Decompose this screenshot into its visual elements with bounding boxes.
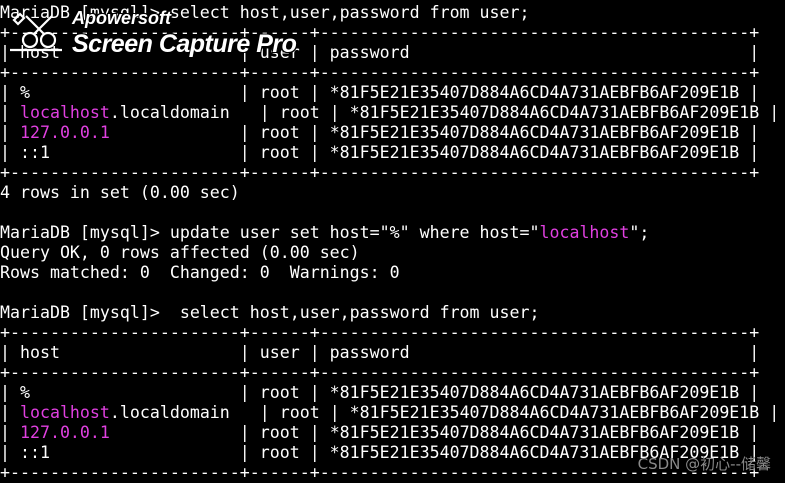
terminal-text: "; — [629, 223, 650, 242]
terminal-line: | % | root | *81F5E21E35407D884A6CD4A731… — [0, 383, 785, 403]
terminal-text: | ::1 | root | *81F5E21E35407D884A6CD4A7… — [0, 143, 760, 162]
watermark-product: Screen Capture Pro — [72, 30, 297, 58]
terminal-text: | host | user | password | — [0, 343, 760, 362]
terminal-text: Query OK, 0 rows affected (0.00 sec) — [0, 243, 360, 262]
terminal-text: +-----------------------+------+--------… — [0, 323, 760, 342]
terminal-text: | — [0, 423, 20, 442]
terminal-output: MariaDB [mysql]> select host,user,passwo… — [0, 3, 785, 483]
terminal-line: | 127.0.0.1 | root | *81F5E21E35407D884A… — [0, 423, 785, 443]
watermark-brand: Apowersoft — [72, 8, 171, 28]
terminal-line: MariaDB [mysql]> select host,user,passwo… — [0, 303, 785, 323]
highlighted-text: localhost — [539, 223, 630, 242]
terminal-line: +-----------------------+------+--------… — [0, 323, 785, 343]
terminal-text: +-----------------------+------+--------… — [0, 163, 760, 182]
terminal-text: .localdomain | root | *81F5E21E35407D884… — [109, 103, 780, 122]
terminal-line: +-----------------------+------+--------… — [0, 363, 785, 383]
highlighted-text: localhost — [19, 403, 110, 422]
terminal-line: | 127.0.0.1 | root | *81F5E21E35407D884A… — [0, 123, 785, 143]
terminal-line: 4 rows in set (0.00 sec) — [0, 183, 785, 203]
terminal-line: | % | root | *81F5E21E35407D884A6CD4A731… — [0, 83, 785, 103]
terminal-line: | host | user | password | — [0, 343, 785, 363]
terminal-text: +-----------------------+------+--------… — [0, 363, 760, 382]
terminal-text: | — [0, 123, 20, 142]
csdn-credit: CSDN @初心--储馨 — [637, 455, 771, 473]
terminal-line: Query OK, 0 rows affected (0.00 sec) — [0, 243, 785, 263]
terminal-text: 4 rows in set (0.00 sec) — [0, 183, 240, 202]
terminal-line: | localhost.localdomain | root | *81F5E2… — [0, 103, 785, 123]
terminal-text: Rows matched: 0 Changed: 0 Warnings: 0 — [0, 263, 400, 282]
terminal-line: Rows matched: 0 Changed: 0 Warnings: 0 — [0, 263, 785, 283]
highlighted-text: 127.0.0.1 — [19, 123, 110, 142]
terminal-line: | ::1 | root | *81F5E21E35407D884A6CD4A7… — [0, 143, 785, 163]
terminal-text: | root | *81F5E21E35407D884A6CD4A731AEBF… — [109, 123, 760, 142]
terminal-line: +-----------------------+------+--------… — [0, 163, 785, 183]
terminal-text: .localdomain | root | *81F5E21E35407D884… — [109, 403, 780, 422]
terminal-text: MariaDB [mysql]> update user set host="%… — [0, 223, 540, 242]
scissors-logo-icon — [10, 12, 62, 52]
terminal-text: +-----------------------+------+--------… — [0, 63, 760, 82]
terminal-text: | root | *81F5E21E35407D884A6CD4A731AEBF… — [109, 423, 760, 442]
terminal-line: +-----------------------+------+--------… — [0, 63, 785, 83]
terminal-text: | — [0, 403, 20, 422]
apowersoft-watermark: Apowersoft Screen Capture Pro — [8, 4, 328, 62]
highlighted-text: localhost — [19, 103, 110, 122]
terminal-text: | — [0, 103, 20, 122]
highlighted-text: 127.0.0.1 — [19, 423, 110, 442]
terminal-line: MariaDB [mysql]> update user set host="%… — [0, 223, 785, 243]
terminal-text: MariaDB [mysql]> select host,user,passwo… — [0, 303, 540, 322]
terminal-text: | % | root | *81F5E21E35407D884A6CD4A731… — [0, 83, 760, 102]
terminal-line: | localhost.localdomain | root | *81F5E2… — [0, 403, 785, 423]
terminal-text: | % | root | *81F5E21E35407D884A6CD4A731… — [0, 383, 760, 402]
